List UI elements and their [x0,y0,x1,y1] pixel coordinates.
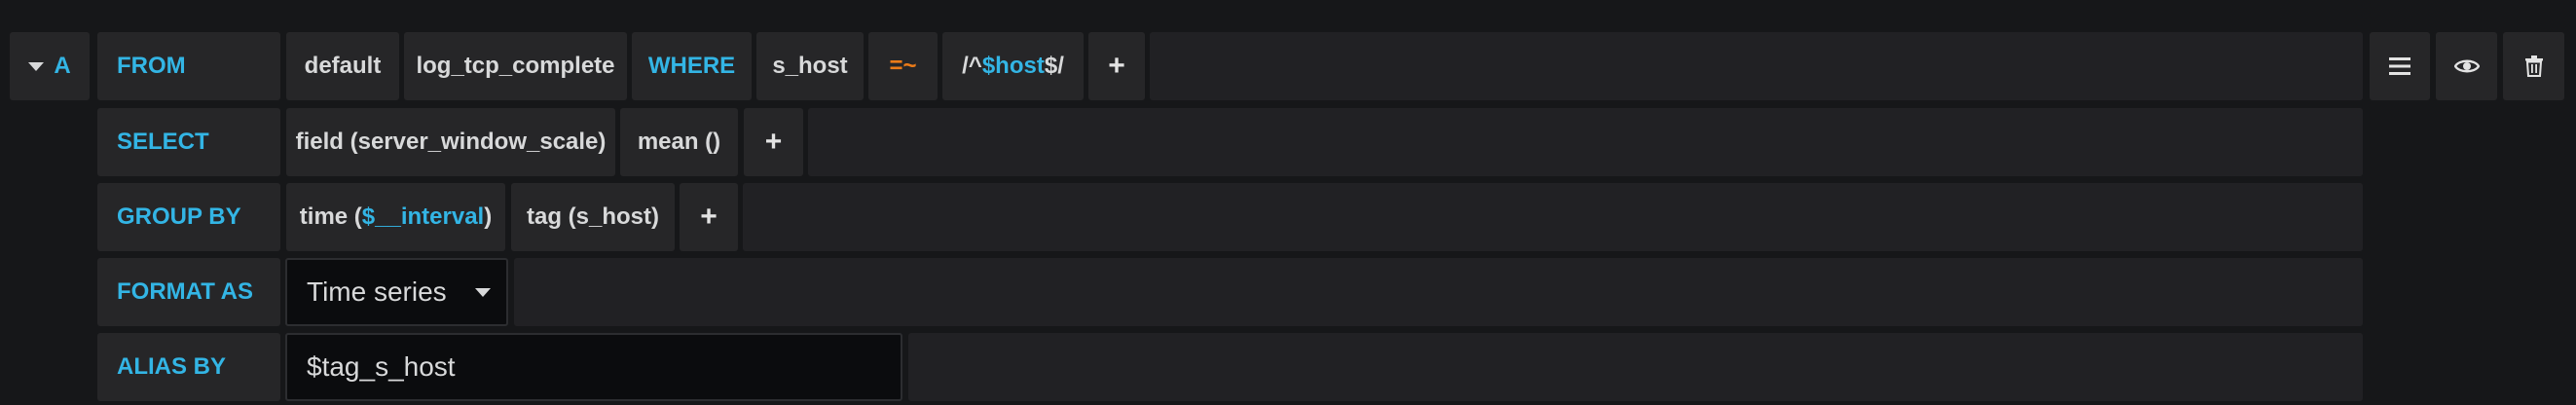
where-operator[interactable]: =~ [868,32,938,100]
eye-icon [2453,59,2480,73]
select-aggregation[interactable]: mean () [620,108,738,176]
add-where-button[interactable]: + [1088,32,1145,100]
collapse-caret-icon[interactable] [28,61,45,71]
select-field[interactable]: field (server_window_scale) [286,108,615,176]
delete-query-button[interactable] [2503,32,2564,100]
select-row-filler [808,108,2363,176]
format-as-select[interactable]: Time series [285,258,508,326]
format-as-selected: Time series [307,276,447,307]
add-group-by-button[interactable]: + [680,183,738,251]
add-select-button[interactable]: + [744,108,803,176]
from-measurement[interactable]: log_tcp_complete [404,32,627,100]
format-as-label: FORMAT AS [97,258,280,326]
from-label: FROM [97,32,280,100]
where-value[interactable]: /^ $host $/ [942,32,1084,100]
trash-icon [2524,55,2543,77]
query-header[interactable]: A [10,32,90,100]
format-as-row-filler [514,258,2363,326]
group-by-tag[interactable]: tag (s_host) [511,183,675,251]
group-by-time-prefix: time ( [299,203,362,230]
query-editor: A FROM default log_tcp_complete WHERE s_… [0,0,2576,405]
select-label: SELECT [97,108,280,176]
hamburger-icon [2389,57,2410,75]
where-tag-key[interactable]: s_host [756,32,864,100]
chevron-down-icon [475,287,491,297]
where-value-suffix: $/ [1044,53,1064,79]
alias-by-input[interactable]: $tag_s_host [285,333,902,401]
group-by-time-variable: $__interval [361,203,485,230]
group-by-time-suffix: ) [484,203,493,230]
group-by-label: GROUP BY [97,183,280,251]
alias-by-row-filler [908,333,2363,401]
alias-by-value: $tag_s_host [307,351,456,382]
from-policy[interactable]: default [286,32,399,100]
toggle-visibility-button[interactable] [2436,32,2497,100]
query-ref-id: A [54,53,71,79]
from-row-filler [1150,32,2363,100]
group-by-time[interactable]: time ($__interval) [286,183,505,251]
where-value-variable: $host [981,53,1045,79]
group-by-row-filler [743,183,2363,251]
options-menu-button[interactable] [2370,32,2430,100]
where-value-prefix: /^ [962,53,982,79]
where-keyword: WHERE [632,32,752,100]
alias-by-label: ALIAS BY [97,333,280,401]
